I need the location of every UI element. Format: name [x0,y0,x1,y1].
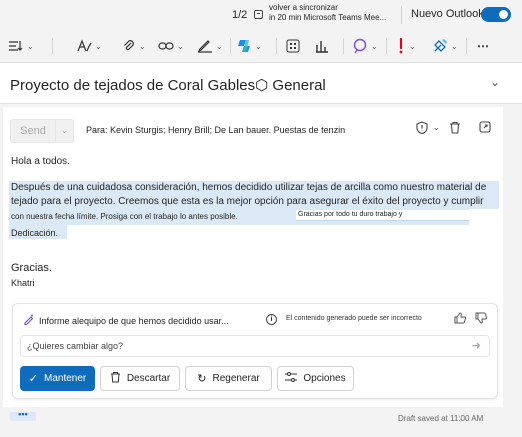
format-text-button[interactable]: ⌄ [8,37,34,55]
signature-text: Khatri [11,278,35,288]
copilot-icon [238,40,250,52]
subject-bar[interactable]: Proyecto de tejados de Coral Gables⬡ Gen… [0,62,522,104]
recipients-line[interactable]: Para: Kevin Sturgis; Henry Brill; De Lan… [86,125,345,135]
body-line-3: con nuestra fecha límite. Prosiga con el… [11,212,238,221]
divider [401,6,402,24]
link-button[interactable]: ⌄ [158,37,184,55]
format-text-icon [9,41,23,51]
copilot-prompt-summary[interactable]: Informe alequipo de que hemos decidido u… [39,316,229,326]
new-outlook-label: Nuevo Outlook [411,8,484,20]
options-sliders-icon [285,372,298,385]
subject-title: Proyecto de tejados de Coral Gables⬡ Gen… [10,77,326,94]
sensitivity-icon [434,39,447,52]
sensitivity-button[interactable]: ⌄ [432,37,458,55]
copilot-refine-box[interactable]: ➜ [20,335,490,357]
pen-sparkle-icon [23,313,35,328]
send-button[interactable]: Send [10,119,56,143]
chevron-down-icon: ⌄ [95,41,102,51]
send-options-dropdown[interactable]: ⌄ [56,119,74,143]
trash-icon [110,371,121,386]
ribbon-toolbar: ⌄ ⌄ ⌄ ⌄ ⌄ ⌄ ⌄ ⌄ ⌄ ⋯ [0,30,522,62]
pager-count: 1/2 [232,9,248,21]
meeting-reminder[interactable]: volver a sincronizar in 20 min Microsoft… [269,3,399,23]
loop-icon [353,38,367,54]
apps-button[interactable] [286,37,300,55]
more-options-button[interactable]: ⋯ [477,37,489,55]
refresh-icon: ↻ [197,373,207,385]
divider [52,38,53,54]
compose-card: Send ⌄ Para: Kevin Sturgis; Henry Brill;… [3,107,503,421]
divider [466,38,467,54]
new-outlook-toggle[interactable] [481,7,511,22]
calendar-reminder-icon[interactable] [254,10,263,19]
options-button[interactable]: Opciones [277,366,354,391]
discard-label: Descartar [126,373,171,384]
regenerate-label: Regenerar [212,373,260,384]
options-label: Opciones [303,373,346,384]
chevron-down-icon: ⌄ [371,41,378,51]
draft-status: Draft saved at 11:00 AM [398,414,484,423]
chevron-down-icon: ⌄ [61,126,68,135]
chevron-down-icon: ⌄ [177,41,184,51]
format-painter-button[interactable]: ⌄ [76,37,102,55]
thumbs-down-icon[interactable] [475,312,488,327]
info-icon[interactable]: i [266,314,277,325]
importance-icon [399,38,403,54]
regenerate-button[interactable]: ↻ Regenerar [185,366,272,391]
more-icon: ⋯ [477,39,489,53]
attach-icon [124,40,134,51]
checkmark-icon: ✓ [28,373,38,385]
chevron-down-icon: ⌄ [451,41,458,51]
trash-icon[interactable] [449,121,461,137]
divider [386,38,387,54]
show-more-button[interactable]: ••• [10,410,36,421]
signature-icon [197,40,212,53]
signature-button[interactable]: ⌄ [197,37,223,55]
send-arrow-icon[interactable]: ➜ [472,339,481,352]
divider [343,38,344,54]
body-line-1: Después de una cuidadosa consideración, … [11,182,487,193]
chevron-down-icon[interactable]: ⌄ [433,123,440,132]
chevron-down-icon: ⌄ [27,41,34,51]
keep-button[interactable]: ✓ Mantener [20,366,95,391]
link-icon [158,42,174,50]
pop-out-icon[interactable] [479,121,491,136]
loop-button[interactable]: ⌄ [352,37,378,55]
attach-button[interactable]: ⌄ [122,37,146,55]
chevron-down-icon: ⌄ [255,41,262,51]
closing-text: Gracias. [11,262,52,274]
reminder-line-2: in 20 min Microsoft Teams Mee... [269,13,387,22]
chevron-down-icon: ⌄ [216,41,223,51]
divider [276,38,277,54]
insights-button[interactable] [315,37,329,55]
chevron-down-icon: ⌄ [409,41,416,51]
discard-button[interactable]: Descartar [100,366,180,391]
copilot-panel: Informe alequipo de que hemos decidido u… [12,303,498,399]
copilot-button[interactable]: ⌄ [236,37,262,55]
thumbs-up-icon[interactable] [454,312,467,327]
keep-label: Mantener [43,373,87,384]
body-line-4: Dedicación. [11,228,59,238]
greeting-text: Hola a todos. [11,156,70,167]
chevron-down-icon[interactable]: ⌄ [490,75,500,89]
text-style-icon [77,39,92,52]
ai-disclaimer: El contenido generado puede ser incorrec… [286,315,422,322]
copilot-refine-input[interactable] [21,336,461,356]
chevron-down-icon: ⌄ [139,41,146,51]
divider [230,38,231,54]
sensitivity-shield-icon[interactable] [416,121,428,137]
apps-icon [286,39,300,53]
title-bar: 1/2 volver a sincronizar in 20 min Micro… [0,0,522,30]
body-line-2: tejado para el proyecto. Creemos que est… [11,196,484,207]
body-line-3-extra: Gracias por todo tu duro trabajo y [296,210,470,221]
reminder-line-1: volver a sincronizar [269,3,338,12]
bar-chart-icon [316,41,328,53]
importance-button[interactable]: ⌄ [396,37,416,55]
